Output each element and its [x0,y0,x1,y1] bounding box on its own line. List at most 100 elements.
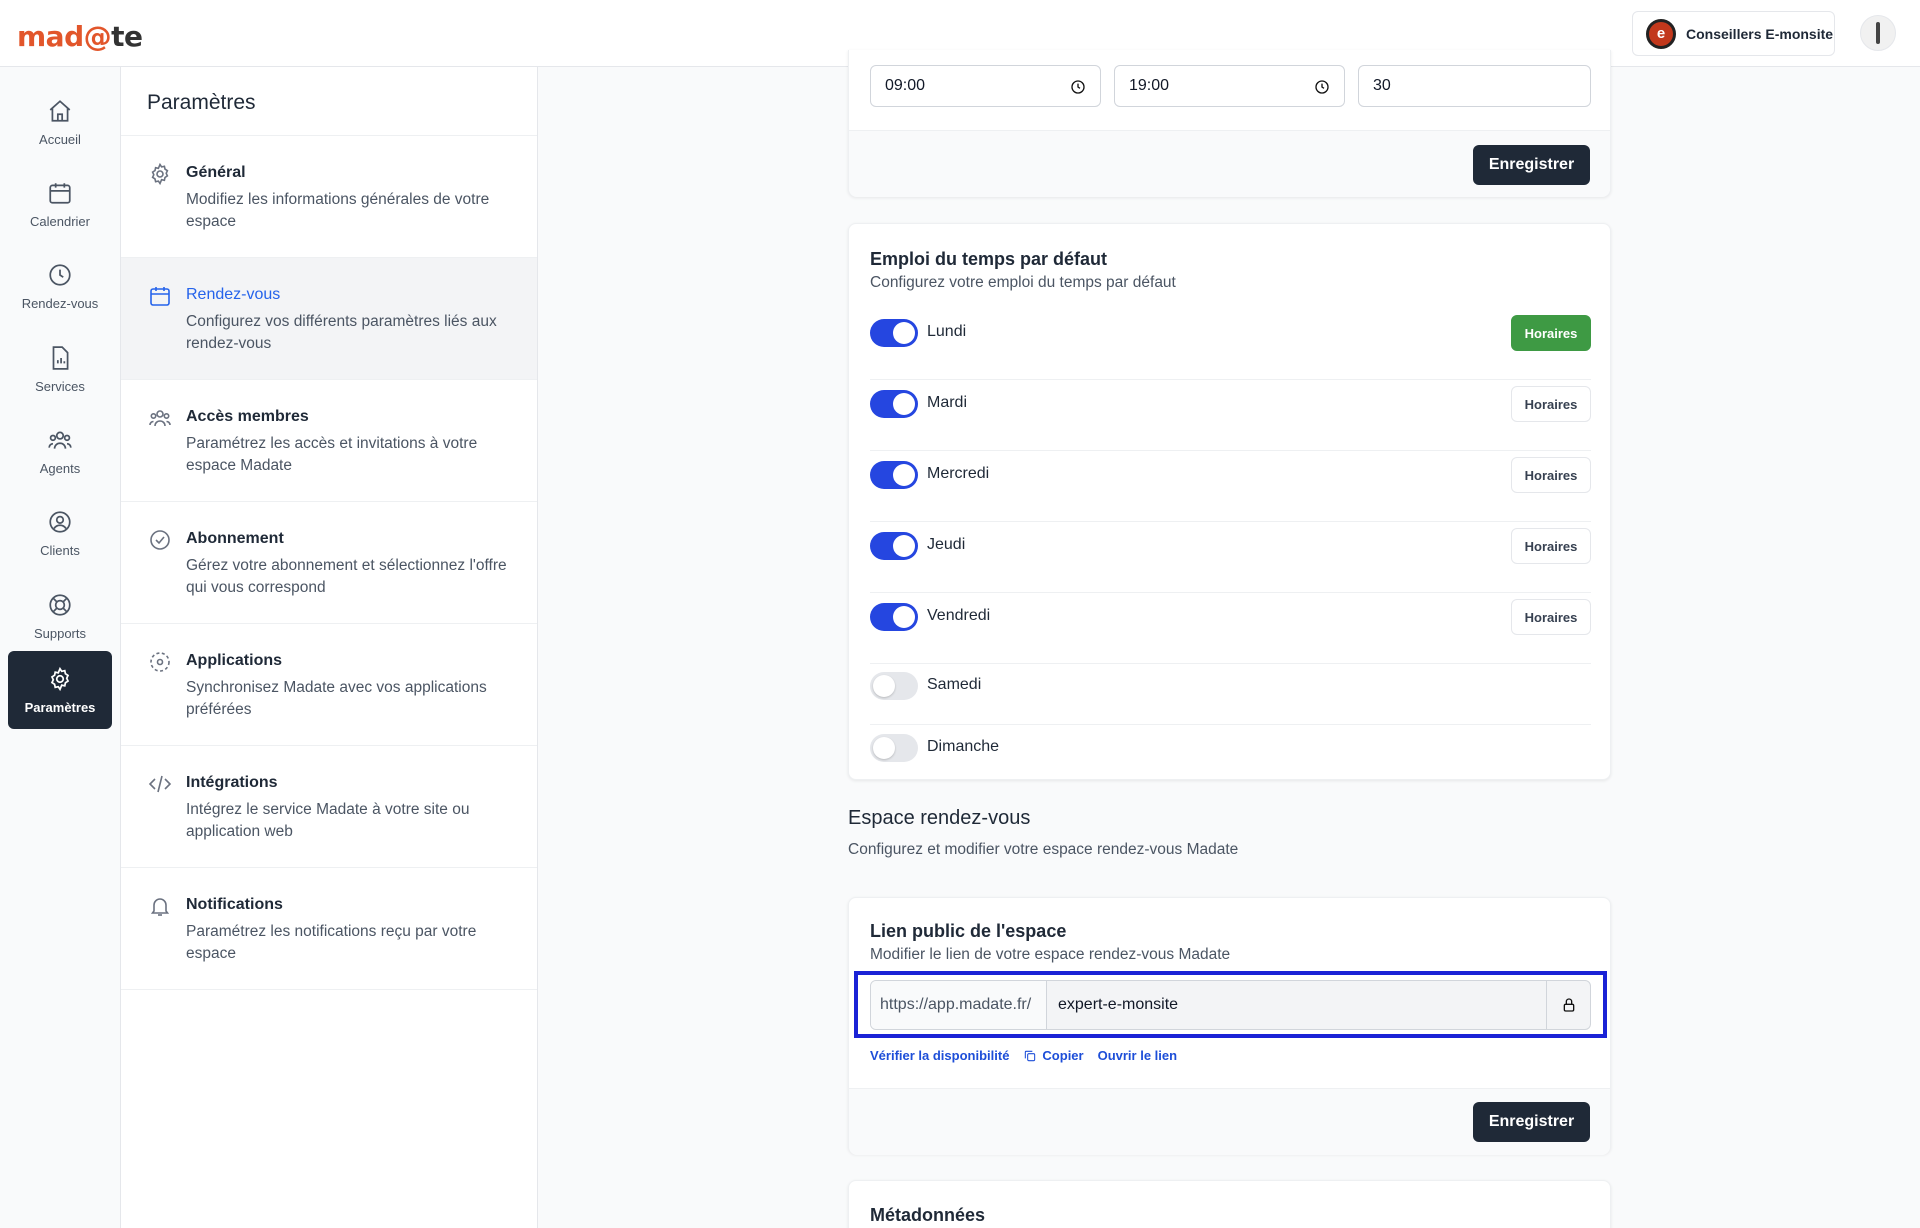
nav-label: Agents [39,460,81,476]
horaires-button-jeudi[interactable]: Horaires [1511,528,1591,564]
day-toggle-samedi[interactable] [870,672,918,700]
end-time-input[interactable]: 19:00 [1114,65,1345,107]
day-toggle-mercredi[interactable] [870,461,918,489]
copy-icon [1025,1050,1036,1061]
nav-item-rendez-vous[interactable]: Rendez-vous [8,247,112,325]
nav-item-services[interactable]: Services [8,330,112,408]
hours-card: 09:00 19:00 30 Enregistrer [848,50,1611,197]
public-link-input[interactable]: https://app.madate.fr/ expert-e-monsite [870,980,1591,1030]
settings-item-integrations[interactable]: Intégrations Intégrez le service Madate … [121,746,537,868]
settings-item-applications[interactable]: Applications Synchronisez Madate avec vo… [121,624,537,746]
settings-item-desc: Configurez vos différents paramètres lié… [186,313,497,352]
settings-item-title: Intégrations [186,774,278,791]
nav-item-accueil[interactable]: Accueil [8,83,112,161]
interval-input[interactable]: 30 [1358,65,1591,107]
start-time-input[interactable]: 09:00 [870,65,1101,107]
save-public-link-button[interactable]: Enregistrer [1473,1102,1590,1142]
nav-label: Services [35,378,85,394]
clock-icon [1070,79,1086,95]
day-label: Mardi [927,394,968,411]
madate-logo[interactable]: mad@te [17,20,143,53]
day-row-jeudi: Jeudi Horaires [870,522,1591,593]
day-row-lundi: Lundi Horaires [870,309,1591,380]
settings-item-desc: Paramétrez les accès et invitations à vo… [186,435,478,474]
settings-item-title: Accès membres [186,408,309,425]
copy-link-button[interactable]: Copier [1023,1048,1084,1063]
day-toggle-mardi[interactable] [870,390,918,418]
settings-item-desc: Modifiez les informations générales de v… [186,191,490,230]
horaires-button-mercredi[interactable]: Horaires [1511,457,1591,493]
nav-item-clients[interactable]: Clients [8,494,112,572]
settings-item-desc: Gérez votre abonnement et sélectionnez l… [186,557,507,596]
settings-item-abonnement[interactable]: Abonnement Gérez votre abonnement et sél… [121,502,537,624]
settings-item-acces-membres[interactable]: Accès membres Paramétrez les accès et in… [121,380,537,502]
users-icon [48,431,72,449]
espace-section-subtitle: Configurez et modifier votre espace rend… [848,841,1239,858]
public-link-actions: Vérifier la disponibilité Copier Ouvrir … [870,1048,1177,1063]
nav-label: Accueil [39,131,81,147]
settings-item-title: Abonnement [186,530,284,547]
settings-item-notifications[interactable]: Notifications Paramétrez les notificatio… [121,868,537,990]
metadata-card: Métadonnées [848,1180,1611,1228]
day-row-dimanche: Dimanche [870,725,1591,781]
settings-item-title: Général [186,164,246,181]
settings-title: Paramètres [147,91,256,114]
day-label: Jeudi [927,536,966,553]
url-slug-value[interactable]: expert-e-monsite [1047,996,1546,1014]
check-circle-icon [148,528,172,552]
settings-item-title: Notifications [186,896,283,913]
nav-item-parametres[interactable]: Paramètres [8,651,112,729]
verify-availability-link[interactable]: Vérifier la disponibilité [870,1048,1009,1063]
account-switcher-button[interactable]: e Conseillers E-monsite [1632,11,1835,56]
settings-item-desc: Paramétrez les notifications reçu par vo… [186,923,477,962]
day-label: Samedi [927,676,982,693]
user-avatar[interactable] [1860,15,1896,51]
schedule-title: Emploi du temps par défaut [870,249,1108,269]
settings-item-title: Applications [186,652,283,669]
account-logo-icon: e [1646,18,1676,49]
settings-item-rendez-vous[interactable]: Rendez-vous Configurez vos différents pa… [121,258,537,380]
nav-label: Calendrier [30,213,90,229]
home-icon [49,99,71,122]
settings-item-general[interactable]: Général Modifiez les informations généra… [121,136,537,258]
day-toggle-jeudi[interactable] [870,532,918,560]
copy-label: Copier [1042,1048,1084,1063]
calendar-icon [148,284,172,308]
nav-label: Supports [33,625,87,641]
account-name: Conseillers E-monsite [1686,25,1834,42]
horaires-button-lundi[interactable]: Horaires [1511,315,1591,351]
end-time-value: 19:00 [1129,77,1170,94]
nav-item-calendrier[interactable]: Calendrier [8,165,112,243]
save-hours-button[interactable]: Enregistrer [1473,145,1590,185]
sync-icon [148,650,172,674]
day-row-mardi: Mardi Horaires [870,380,1591,451]
settings-menu: Paramètres Général Modifiez les informat… [121,67,538,1228]
day-row-vendredi: Vendredi Horaires [870,593,1591,664]
nav-item-agents[interactable]: Agents [8,412,112,490]
nav-item-supports[interactable]: Supports [8,577,112,655]
users-icon [148,406,172,430]
day-toggle-lundi[interactable] [870,319,918,347]
day-row-mercredi: Mercredi Horaires [870,451,1591,522]
settings-item-title: Rendez-vous [186,286,281,303]
hours-card-footer: Enregistrer [849,130,1610,197]
clock-icon [49,263,71,286]
user-circle-icon [49,510,71,533]
main-sidebar: Accueil Calendrier Rendez-vous Services … [0,67,121,1228]
day-row-samedi: Samedi [870,664,1591,725]
schedule-subtitle: Configurez votre emploi du temps par déf… [870,274,1176,291]
horaires-button-vendredi[interactable]: Horaires [1511,599,1591,635]
public-link-subtitle: Modifier le lien de votre espace rendez-… [870,946,1231,963]
gear-icon [50,666,70,691]
lifebuoy-icon [49,593,71,616]
document-chart-icon [52,345,69,370]
day-label: Vendredi [927,607,991,624]
horaires-button-mardi[interactable]: Horaires [1511,386,1591,422]
open-link-button[interactable]: Ouvrir le lien [1098,1048,1177,1063]
start-time-value: 09:00 [885,77,926,94]
schedule-card: Emploi du temps par défaut Configurez vo… [848,223,1611,780]
day-toggle-vendredi[interactable] [870,603,918,631]
gear-icon [148,162,172,186]
lock-icon[interactable] [1546,981,1590,1029]
day-toggle-dimanche[interactable] [870,734,918,762]
